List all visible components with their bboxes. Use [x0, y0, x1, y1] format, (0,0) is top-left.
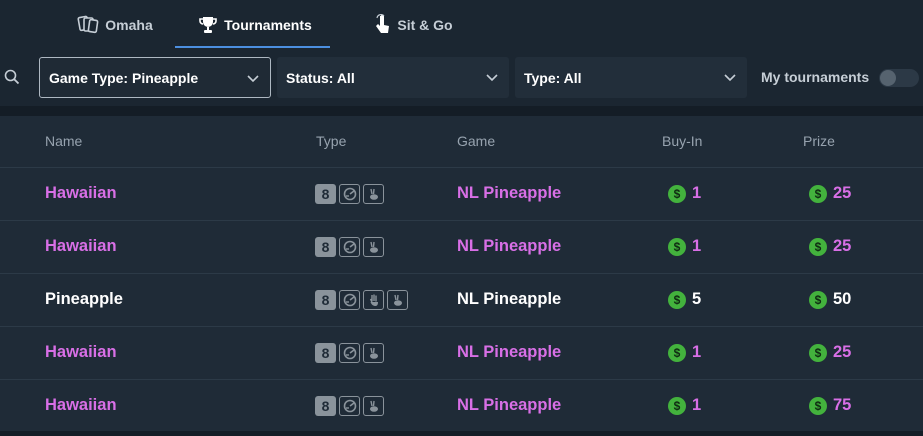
buyin-amount: $ 5 [668, 290, 701, 309]
tournament-type-badges: 8 [315, 237, 384, 257]
rabbit-icon [387, 290, 408, 310]
buyin-value: 5 [692, 290, 702, 308]
buyin-value: 1 [692, 237, 702, 255]
dollar-coin-icon: $ [809, 343, 827, 362]
column-header-type[interactable]: Type [316, 133, 346, 149]
toggle-knob [880, 70, 896, 86]
turbo-icon [339, 343, 360, 363]
type-value: Type: All [524, 69, 582, 86]
prize-value: 75 [833, 396, 852, 414]
rabbit-icon [363, 184, 384, 204]
table-row[interactable]: Hawaiian 8 NL Pineapple $ 1 $ 25 [0, 327, 923, 380]
dollar-coin-icon: $ [809, 237, 827, 256]
buyin-value: 1 [692, 184, 702, 202]
players-badge: 8 [315, 184, 336, 204]
trophy-icon [198, 15, 218, 35]
prize-value: 50 [833, 290, 852, 308]
buyin-amount: $ 1 [668, 184, 701, 203]
rabbit-icon [363, 237, 384, 257]
chevron-down-icon [723, 70, 737, 87]
hand-icon [363, 290, 384, 310]
column-header-buyin[interactable]: Buy-In [662, 133, 702, 149]
turbo-icon [339, 396, 360, 416]
table-header: Name Type Game Buy-In Prize [0, 116, 923, 168]
players-badge: 8 [315, 290, 336, 310]
prize-value: 25 [833, 343, 852, 361]
game-type-value: Game Type: Pineapple [49, 69, 199, 86]
rabbit-icon [363, 343, 384, 363]
game-name: NL Pineapple [457, 396, 562, 414]
my-tournaments-toggle[interactable] [879, 69, 919, 87]
prize-value: 25 [833, 237, 852, 255]
tournament-type-badges: 8 [315, 290, 408, 310]
divider [0, 106, 923, 116]
dollar-coin-icon: $ [668, 343, 686, 362]
tab-tournaments[interactable]: Tournaments [190, 0, 320, 50]
tournament-name[interactable]: Hawaiian [45, 184, 117, 203]
buyin-amount: $ 1 [668, 396, 701, 415]
my-tournaments-label: My tournaments [761, 69, 870, 85]
tournament-type-badges: 8 [315, 343, 384, 363]
tournament-name[interactable]: Pineapple [45, 290, 123, 309]
status-dropdown[interactable]: Status: All [277, 57, 509, 98]
tab-tournaments-label: Tournaments [224, 17, 312, 33]
tournament-type-badges: 8 [315, 184, 384, 204]
game-name: NL Pineapple [457, 237, 562, 255]
game-name: NL Pineapple [457, 290, 562, 308]
tab-omaha-label: Omaha [105, 17, 153, 33]
table-row[interactable]: Pineapple 8 NL Pineapple $ 5 $ 50 [0, 274, 923, 327]
tab-sit-and-go-label: Sit & Go [397, 17, 453, 33]
dollar-coin-icon: $ [668, 290, 686, 309]
game-type-dropdown[interactable]: Game Type: Pineapple [39, 57, 271, 98]
turbo-icon [339, 290, 360, 310]
players-badge: 8 [315, 343, 336, 363]
type-dropdown[interactable]: Type: All [515, 57, 747, 98]
buyin-value: 1 [692, 343, 702, 361]
divider [0, 431, 923, 436]
column-header-game[interactable]: Game [457, 133, 495, 149]
turbo-icon [339, 237, 360, 257]
prize-value: 25 [833, 184, 852, 202]
prize-amount: $ 50 [809, 290, 851, 309]
cards-icon [77, 15, 99, 35]
buyin-amount: $ 1 [668, 343, 701, 362]
dollar-coin-icon: $ [809, 184, 827, 203]
dollar-coin-icon: $ [809, 396, 827, 415]
hand-pointer-icon [373, 14, 391, 36]
chevron-down-icon [246, 71, 260, 88]
status-value: Status: All [286, 69, 355, 86]
game-name: NL Pineapple [457, 343, 562, 361]
tab-sit-and-go[interactable]: Sit & Go [368, 0, 458, 50]
rabbit-icon [363, 396, 384, 416]
column-header-name[interactable]: Name [45, 133, 82, 149]
tab-omaha[interactable]: Omaha [60, 0, 170, 50]
prize-amount: $ 25 [809, 184, 851, 203]
players-badge: 8 [315, 237, 336, 257]
table-row[interactable]: Hawaiian 8 NL Pineapple $ 1 $ 25 [0, 221, 923, 274]
tournament-name[interactable]: Hawaiian [45, 396, 117, 415]
active-tab-indicator [175, 46, 330, 48]
turbo-icon [339, 184, 360, 204]
game-name: NL Pineapple [457, 184, 562, 202]
table-row[interactable]: Hawaiian 8 NL Pineapple $ 1 $ 75 [0, 380, 923, 433]
dollar-coin-icon: $ [668, 184, 686, 203]
buyin-value: 1 [692, 396, 702, 414]
chevron-down-icon [485, 70, 499, 87]
top-tab-bar: Omaha Tournaments Sit & Go [0, 0, 923, 50]
buyin-amount: $ 1 [668, 237, 701, 256]
dollar-coin-icon: $ [668, 396, 686, 415]
prize-amount: $ 25 [809, 237, 851, 256]
search-icon[interactable] [4, 69, 20, 90]
prize-amount: $ 75 [809, 396, 851, 415]
dollar-coin-icon: $ [809, 290, 827, 309]
table-row[interactable]: Hawaiian 8 NL Pineapple $ 1 $ 25 [0, 168, 923, 221]
players-badge: 8 [315, 396, 336, 416]
tournament-name[interactable]: Hawaiian [45, 343, 117, 362]
tournament-table: Name Type Game Buy-In Prize Hawaiian 8 N… [0, 116, 923, 436]
column-header-prize[interactable]: Prize [803, 133, 835, 149]
tournament-type-badges: 8 [315, 396, 384, 416]
tournament-name[interactable]: Hawaiian [45, 237, 117, 256]
prize-amount: $ 25 [809, 343, 851, 362]
dollar-coin-icon: $ [668, 237, 686, 256]
